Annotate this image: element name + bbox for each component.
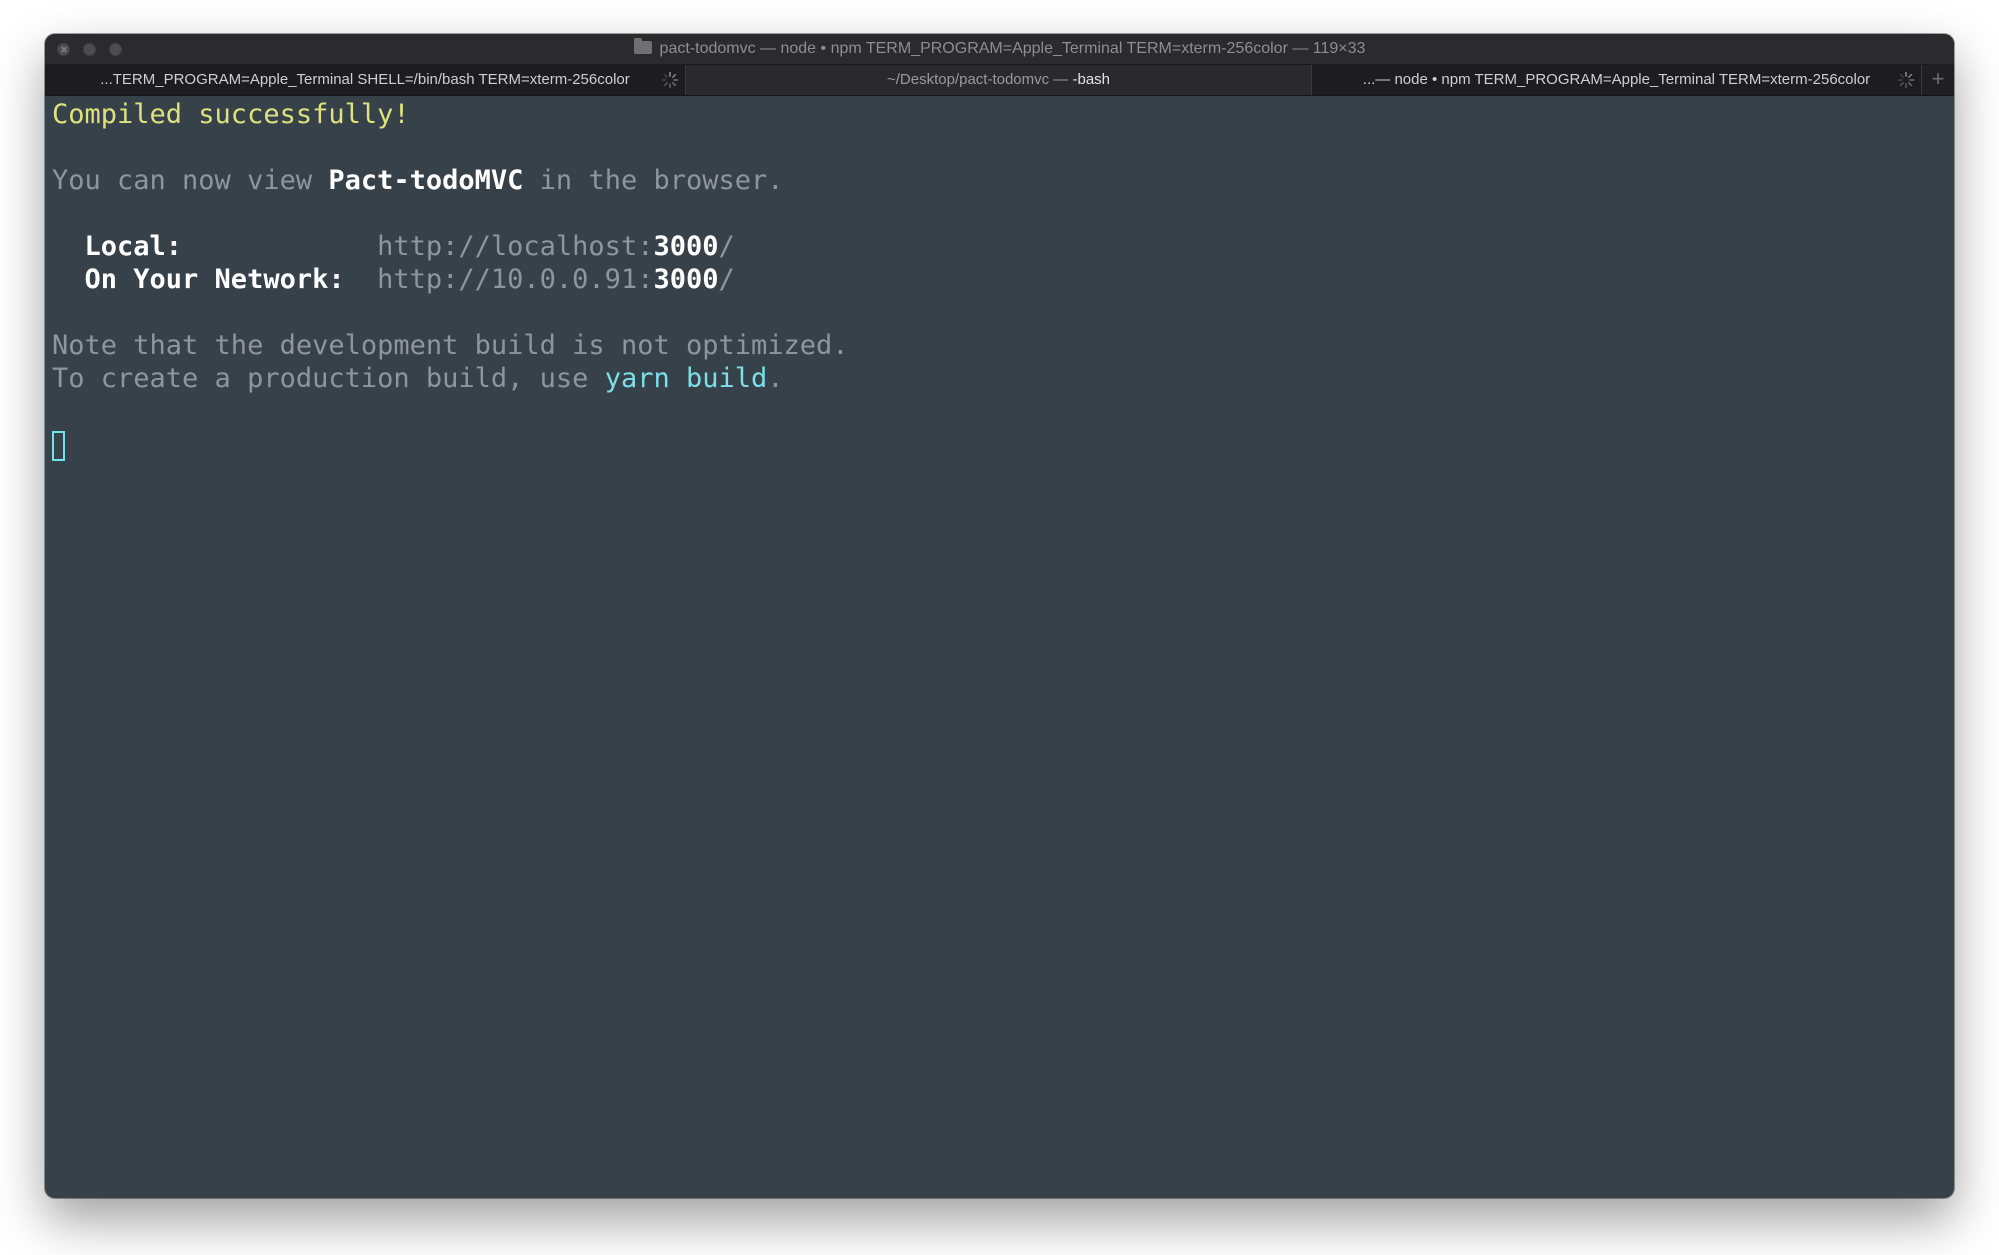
view-suffix: in the browser.: [523, 165, 784, 196]
local-url-suffix: /: [718, 231, 735, 262]
production-build-line: To create a production build, use yarn b…: [52, 362, 1954, 395]
tab-node-npm[interactable]: ...— node • npm TERM_PROGRAM=Apple_Termi…: [1312, 65, 1922, 95]
title-bar[interactable]: pact-todomvc — node • npm TERM_PROGRAM=A…: [45, 34, 1954, 65]
terminal-cursor[interactable]: [52, 430, 65, 461]
network-url-prefix: http://10.0.0.91:: [377, 264, 654, 295]
tab-desktop-bash[interactable]: ~/Desktop/pact-todomvc — -bash: [686, 65, 1312, 95]
app-name: Pact-todoMVC: [328, 165, 524, 196]
activity-spinner-icon: [1897, 71, 1915, 89]
plus-icon: +: [1931, 66, 1945, 91]
tab-bash-shell[interactable]: ...TERM_PROGRAM=Apple_Terminal SHELL=/bi…: [45, 65, 686, 95]
network-url-line: On Your Network: http://10.0.0.91:3000/: [52, 263, 1954, 296]
local-url-line: Local: http://localhost:3000/: [52, 230, 1954, 263]
view-prefix: You can now view: [52, 165, 329, 196]
window-title-text: pact-todomvc — node • npm TERM_PROGRAM=A…: [659, 40, 1366, 57]
activity-spinner-icon: [661, 71, 679, 89]
prod-suffix: .: [767, 363, 784, 394]
folder-icon: [633, 38, 652, 54]
tab-label: ~/Desktop/pact-todomvc — -bash: [887, 65, 1110, 95]
cursor-line: [52, 428, 1954, 461]
prod-prefix: To create a production build, use: [52, 363, 605, 394]
terminal-output[interactable]: Compiled successfully! You can now view …: [52, 98, 1954, 1198]
local-label: Local:: [52, 231, 378, 262]
network-url-suffix: /: [718, 264, 735, 295]
tab-label: ...— node • npm TERM_PROGRAM=Apple_Termi…: [1362, 71, 1871, 88]
yarn-build-command: yarn build: [604, 363, 768, 394]
network-port: 3000: [653, 264, 719, 295]
tab-label: ...TERM_PROGRAM=Apple_Terminal SHELL=/bi…: [100, 71, 630, 88]
tab-label-path: ~/Desktop/pact-todomvc —: [886, 71, 1073, 88]
terminal-window: pact-todomvc — node • npm TERM_PROGRAM=A…: [45, 34, 1954, 1198]
network-label: On Your Network:: [52, 264, 378, 295]
local-port: 3000: [653, 231, 719, 262]
note-line: Note that the development build is not o…: [52, 330, 849, 361]
tab-bar: ...TERM_PROGRAM=Apple_Terminal SHELL=/bi…: [45, 65, 1954, 96]
view-message: You can now view Pact-todoMVC in the bro…: [52, 164, 1954, 197]
local-url-prefix: http://localhost:: [377, 231, 654, 262]
tab-label-process: -bash: [1072, 71, 1111, 88]
new-tab-button[interactable]: +: [1922, 65, 1954, 95]
window-title: pact-todomvc — node • npm TERM_PROGRAM=A…: [45, 34, 1954, 64]
compiled-message: Compiled successfully!: [52, 99, 410, 130]
